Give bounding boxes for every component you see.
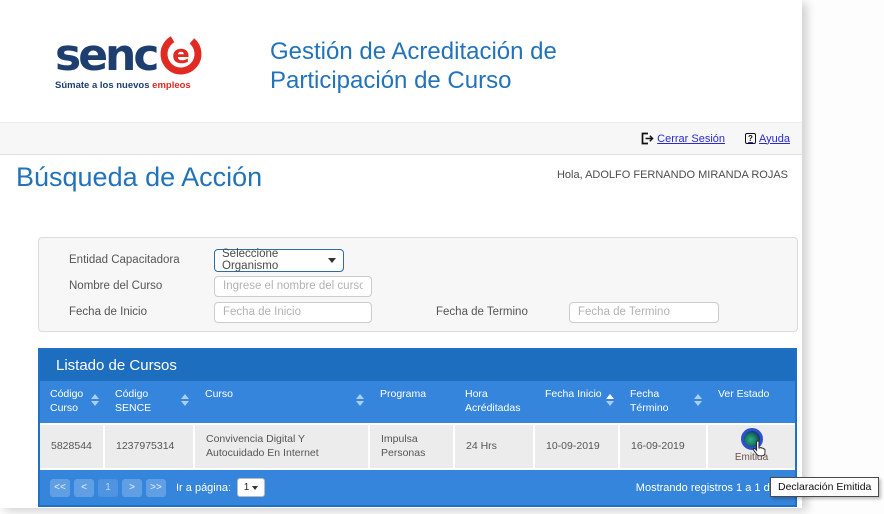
column-header-fecha-termino[interactable]: Fecha Término: [620, 381, 708, 423]
pagination-first-button[interactable]: <<: [50, 479, 70, 497]
entidad-select-value: Seleccione Organismo: [222, 248, 328, 272]
table-title: Listado de Cursos: [40, 350, 795, 381]
pagination-next-button[interactable]: >: [122, 479, 142, 497]
sence-wordmark: senc e: [55, 34, 235, 78]
chevron-down-icon: [328, 258, 336, 263]
app-title: Gestión de Acreditación de Participación…: [270, 38, 557, 96]
column-label: Código SENCE: [115, 388, 151, 414]
column-header-programa[interactable]: Programa: [370, 381, 455, 423]
sence-tagline: Súmate a los nuevos empleos: [55, 80, 235, 91]
nombre-curso-input[interactable]: [214, 276, 372, 297]
hand-cursor-icon: [752, 440, 767, 457]
sence-wordmark-text: senc: [55, 34, 156, 78]
sort-icon: [694, 394, 702, 406]
sort-icon: [181, 394, 189, 406]
app-title-line2: Participación de Curso: [270, 67, 557, 96]
records-status: Mostrando registros 1 a 1 de 1: [636, 482, 785, 494]
column-header-ver-estado: Ver Estado: [708, 381, 795, 423]
fecha-termino-input[interactable]: [569, 302, 719, 323]
form-row-nombre: Nombre del Curso: [69, 273, 797, 299]
sort-icon: [91, 394, 99, 406]
page-title: Búsqueda de Acción: [16, 162, 262, 193]
column-label: Fecha Inicio: [545, 388, 602, 400]
cell-fecha-termino: 16-09-2019: [620, 425, 708, 468]
sence-logo: senc e Súmate a los nuevos empleos: [55, 34, 235, 91]
chevron-down-icon: [252, 486, 258, 490]
entidad-label: Entidad Capacitadora: [69, 254, 214, 266]
app-title-line1: Gestión de Acreditación de: [270, 38, 557, 67]
session-toolbar: Cerrar Sesión ? Ayuda: [0, 122, 802, 155]
logout-icon: [640, 132, 654, 145]
help-link[interactable]: ? Ayuda: [745, 133, 790, 145]
column-label: Código Curso: [50, 388, 83, 414]
course-list-widget: Listado de Cursos Código Curso Código SE…: [38, 348, 797, 507]
table-footer: << < 1 > >> Ir a página: 1 Mostrando reg…: [40, 470, 795, 505]
column-header-curso[interactable]: Curso: [195, 381, 370, 423]
column-label: Ver Estado: [718, 388, 769, 400]
tagline-prefix: Súmate a los nuevos: [55, 80, 152, 91]
column-header-fecha-inicio[interactable]: Fecha Inicio: [535, 381, 620, 423]
help-label: Ayuda: [759, 133, 790, 145]
cell-codigo-curso: 5828544: [40, 425, 105, 468]
cell-curso: Convivencia Digital Y Autocuidado En Int…: [195, 425, 370, 468]
form-row-entidad: Entidad Capacitadora Seleccione Organism…: [69, 247, 797, 273]
table-header-row: Código Curso Código SENCE Curso Programa…: [40, 381, 795, 423]
tooltip: Declaración Emitida: [770, 477, 879, 497]
pagination-page-button[interactable]: 1: [98, 479, 118, 497]
page-container: senc e Súmate a los nuevos empleos Gesti…: [0, 0, 802, 508]
cell-codigo-sence: 1237975314: [105, 425, 195, 468]
logout-link[interactable]: Cerrar Sesión: [640, 132, 725, 145]
help-icon: ?: [745, 133, 756, 144]
pagination-last-button[interactable]: >>: [146, 479, 166, 497]
column-label: Hora Acréditadas: [465, 388, 520, 414]
cell-programa: Impulsa Personas: [370, 425, 455, 468]
goto-page-select[interactable]: 1: [237, 478, 265, 497]
sort-icon: [356, 394, 364, 406]
svg-text:e: e: [173, 40, 191, 70]
pagination-prev-button[interactable]: <: [74, 479, 94, 497]
goto-page-label: Ir a página:: [176, 482, 231, 494]
column-header-hora-acreditadas[interactable]: Hora Acréditadas: [455, 381, 535, 423]
search-panel: Entidad Capacitadora Seleccione Organism…: [38, 237, 798, 332]
column-label: Fecha Término: [630, 388, 669, 414]
fecha-termino-label: Fecha de Termino: [436, 306, 569, 318]
form-row-fechas: Fecha de Inicio Fecha de Termino: [69, 299, 797, 325]
tagline-accent: empleos: [152, 80, 191, 91]
cell-fecha-inicio: 10-09-2019: [535, 425, 620, 468]
column-label: Programa: [380, 388, 426, 400]
goto-page-value: 1: [244, 482, 250, 493]
logout-label: Cerrar Sesión: [657, 133, 725, 145]
column-header-codigo-sence[interactable]: Código SENCE: [105, 381, 195, 423]
fecha-inicio-input[interactable]: [214, 302, 372, 323]
fecha-inicio-label: Fecha de Inicio: [69, 306, 214, 318]
cell-horas: 24 Hrs: [455, 425, 535, 468]
user-greeting: Hola, ADOLFO FERNANDO MIRANDA ROJAS: [557, 169, 788, 181]
nombre-curso-label: Nombre del Curso: [69, 280, 214, 292]
sort-asc-icon: [606, 394, 614, 406]
table-row: 5828544 1237975314 Convivencia Digital Y…: [40, 423, 795, 470]
sence-logo-swirl-icon: e: [157, 29, 205, 77]
column-label: Curso: [205, 388, 233, 400]
column-header-codigo-curso[interactable]: Código Curso: [40, 381, 105, 423]
entidad-select[interactable]: Seleccione Organismo: [214, 249, 344, 272]
